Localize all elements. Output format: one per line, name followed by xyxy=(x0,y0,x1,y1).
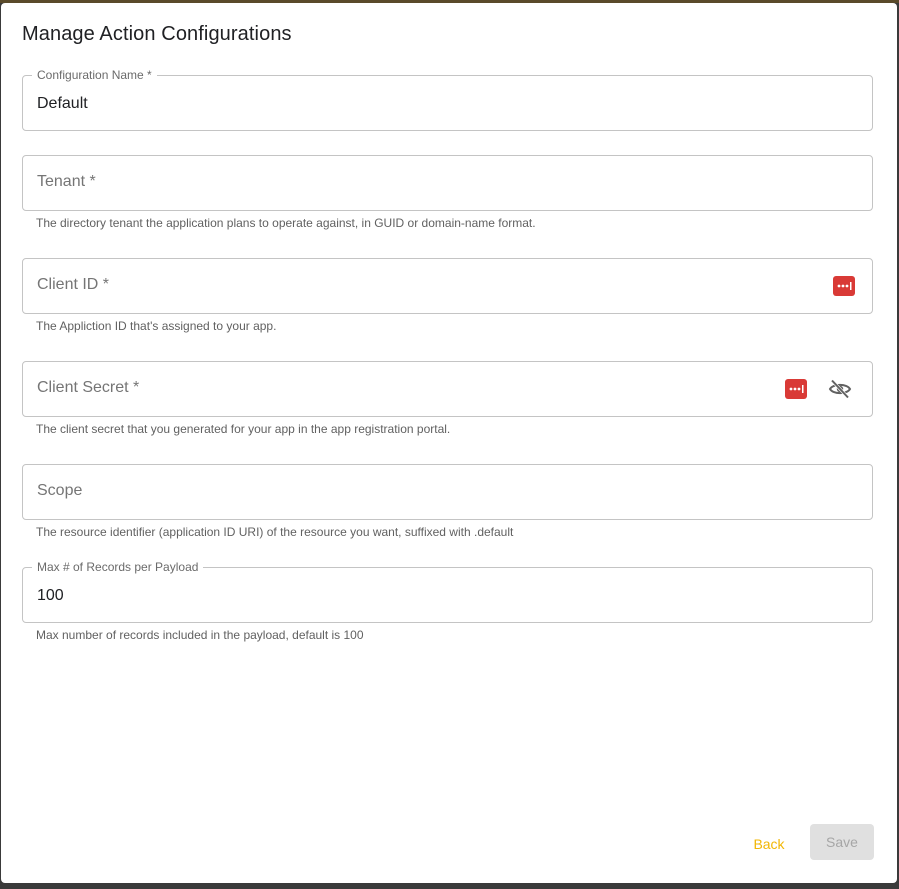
save-button[interactable]: Save xyxy=(810,824,874,860)
configuration-name-field[interactable]: Configuration Name * Default xyxy=(22,68,873,131)
client-secret-field[interactable]: Client Secret * xyxy=(22,361,873,417)
max-records-label: Max # of Records per Payload xyxy=(32,560,204,574)
client-id-field[interactable]: Client ID * xyxy=(22,258,873,314)
configuration-name-label: Configuration Name * xyxy=(32,68,157,82)
tenant-helper-text: The directory tenant the application pla… xyxy=(36,216,536,230)
client-id-placeholder[interactable]: Client ID * xyxy=(37,276,109,294)
configuration-name-value[interactable]: Default xyxy=(37,95,88,113)
password-manager-icon[interactable] xyxy=(833,276,855,296)
max-records-value[interactable]: 100 xyxy=(37,587,64,605)
eye-off-icon[interactable] xyxy=(828,377,852,401)
scope-field[interactable]: Scope xyxy=(22,464,873,520)
scope-helper-text: The resource identifier (application ID … xyxy=(36,525,514,539)
client-secret-helper-text: The client secret that you generated for… xyxy=(36,422,451,436)
tenant-placeholder[interactable]: Tenant * xyxy=(37,173,96,191)
dialog-title: Manage Action Configurations xyxy=(22,23,292,45)
manage-action-configurations-dialog: Manage Action Configurations Configurati… xyxy=(1,3,897,883)
back-button[interactable]: Back xyxy=(745,826,793,862)
scope-placeholder[interactable]: Scope xyxy=(37,482,82,500)
client-secret-placeholder[interactable]: Client Secret * xyxy=(37,379,139,397)
max-records-helper-text: Max number of records included in the pa… xyxy=(36,628,364,642)
tenant-field[interactable]: Tenant * xyxy=(22,155,873,211)
client-id-helper-text: The Appliction ID that's assigned to you… xyxy=(36,319,277,333)
password-manager-icon[interactable] xyxy=(785,379,807,399)
max-records-field[interactable]: Max # of Records per Payload 100 xyxy=(22,560,873,623)
